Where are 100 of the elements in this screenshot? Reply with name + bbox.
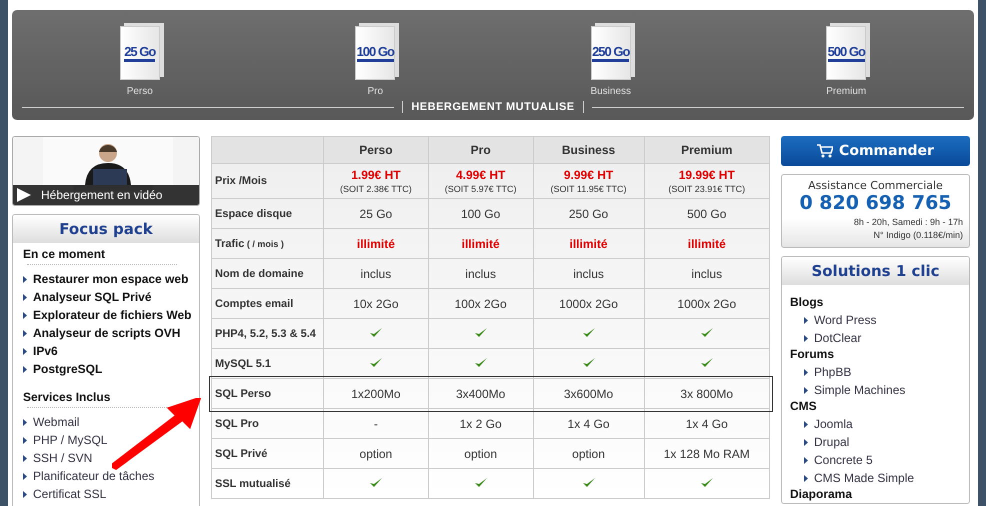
bullet-icon bbox=[23, 436, 27, 444]
table-cell: - bbox=[324, 408, 428, 438]
video-caption: Hébergement en vidéo bbox=[41, 188, 162, 202]
cart-icon bbox=[817, 144, 834, 158]
group-heading: Forums bbox=[790, 347, 836, 363]
check-icon bbox=[582, 358, 595, 368]
table-cell: 1000x 2Go bbox=[644, 288, 770, 318]
row-label: SQL Privé bbox=[212, 438, 324, 468]
panel-title: Focus pack bbox=[13, 215, 199, 243]
row-label: MySQL 5.1 bbox=[212, 348, 324, 378]
table-cell: 500 Go bbox=[644, 198, 770, 228]
check-icon bbox=[474, 358, 487, 368]
bullet-icon bbox=[23, 490, 27, 498]
menu-link[interactable]: Word Press bbox=[814, 313, 876, 327]
check-icon bbox=[370, 328, 382, 338]
column-header: Premium bbox=[644, 136, 770, 164]
opening-hours: 8h - 20h, Samedi : 9h - 17h bbox=[854, 217, 963, 227]
check-icon bbox=[370, 358, 382, 368]
table-cell: 3x400Mo bbox=[428, 378, 534, 408]
product-name[interactable]: Perso bbox=[126, 86, 153, 97]
menu-link[interactable]: DotClear bbox=[814, 331, 862, 345]
table-cell: inclus bbox=[644, 258, 770, 288]
product-name[interactable]: Business bbox=[590, 86, 632, 97]
menu-link[interactable]: Certificat SSL bbox=[33, 487, 106, 501]
phone-number: 0 820 698 765 bbox=[799, 192, 952, 214]
bullet-icon bbox=[23, 454, 27, 462]
row-label: SQL Perso bbox=[212, 378, 324, 408]
menu-link[interactable]: IPv6 bbox=[33, 344, 58, 358]
bullet-icon bbox=[804, 316, 808, 324]
table-cell: 250 Go bbox=[533, 198, 644, 228]
check-icon bbox=[700, 478, 713, 488]
banner-title: HEBERGEMENT MUTUALISE bbox=[402, 101, 584, 113]
price-note: (SOIT 5.97€ TTC) bbox=[444, 184, 518, 194]
table-cell: 1x 4 Go bbox=[533, 408, 644, 438]
play-icon[interactable] bbox=[17, 188, 31, 202]
table-cell: inclus bbox=[428, 258, 534, 288]
menu-link[interactable]: Restaurer mon espace web bbox=[33, 272, 188, 286]
menu-link[interactable]: Simple Machines bbox=[814, 383, 906, 397]
menu-link[interactable]: PHP / MySQL bbox=[33, 433, 108, 447]
price-note: (SOIT 2.38€ TTC) bbox=[339, 184, 413, 194]
row-label: PHP4, 5.2, 5.3 & 5.4 bbox=[212, 318, 324, 348]
video-thumbnail[interactable]: Hébergement en vidéo bbox=[12, 136, 200, 206]
bullet-icon bbox=[23, 312, 27, 318]
bullet-icon bbox=[23, 366, 27, 372]
price-note: (SOIT 23.91€ TTC) bbox=[667, 184, 746, 194]
bullet-icon bbox=[23, 472, 27, 480]
group-heading: Blogs bbox=[790, 295, 824, 311]
check-icon bbox=[700, 358, 713, 368]
product-name[interactable]: Pro bbox=[367, 86, 384, 97]
bullet-icon bbox=[23, 330, 27, 336]
table-cell: 10x 2Go bbox=[324, 288, 428, 318]
menu-link[interactable]: Webmail bbox=[33, 415, 80, 429]
order-button[interactable]: Commander bbox=[781, 136, 970, 166]
row-label: SSL mutualisé bbox=[212, 468, 324, 498]
table-cell: inclus bbox=[533, 258, 644, 288]
bullet-icon bbox=[804, 474, 808, 482]
row-label: Prix /Mois bbox=[212, 164, 324, 198]
bullet-icon bbox=[23, 294, 27, 300]
menu-link[interactable]: PhpBB bbox=[814, 365, 852, 379]
bullet-icon bbox=[804, 420, 808, 428]
check-icon bbox=[582, 328, 595, 338]
bullet-icon bbox=[23, 276, 27, 282]
table-cell: option bbox=[324, 438, 428, 468]
group-heading: CMS bbox=[790, 399, 818, 415]
table-cell: option bbox=[428, 438, 534, 468]
menu-link[interactable]: Planificateur de tâches bbox=[33, 469, 154, 483]
table-cell: illimité bbox=[688, 236, 726, 250]
product-name[interactable]: Premium bbox=[826, 86, 866, 97]
bullet-icon bbox=[23, 418, 27, 426]
menu-link[interactable]: Joomla bbox=[814, 417, 853, 431]
table-cell: 1000x 2Go bbox=[533, 288, 644, 318]
table-cell: 1x 2 Go bbox=[428, 408, 534, 438]
menu-link[interactable]: Explorateur de fichiers Web bbox=[33, 308, 192, 322]
table-cell: 1x 4 Go bbox=[644, 408, 770, 438]
price-note: (SOIT 11.95€ TTC) bbox=[550, 184, 628, 194]
call-rate: N° Indigo (0.118€/min) bbox=[874, 230, 963, 240]
menu-link[interactable]: Drupal bbox=[814, 435, 850, 449]
price: 9.99€ HT bbox=[562, 168, 614, 182]
menu-link[interactable]: SSH / SVN bbox=[33, 451, 92, 465]
bullet-icon bbox=[804, 438, 808, 446]
row-label: Nom de domaine bbox=[212, 258, 324, 288]
table-cell: 1x200Mo bbox=[324, 378, 428, 408]
menu-link[interactable]: CMS Made Simple bbox=[814, 471, 914, 485]
bullet-icon bbox=[23, 348, 27, 354]
row-label: Comptes email bbox=[212, 288, 324, 318]
check-icon bbox=[700, 328, 713, 338]
table-cell: option bbox=[533, 438, 644, 468]
group-heading: Diaporama bbox=[790, 487, 854, 503]
menu-link[interactable]: Analyseur de scripts OVH bbox=[33, 326, 180, 340]
check-icon bbox=[474, 478, 487, 488]
menu-link[interactable]: Concrete 5 bbox=[814, 453, 873, 467]
column-header: Business bbox=[533, 136, 644, 164]
menu-link[interactable]: PostgreSQL bbox=[33, 362, 102, 376]
section-heading: En ce moment bbox=[23, 247, 106, 261]
row-label: SQL Pro bbox=[212, 408, 324, 438]
bullet-icon bbox=[804, 456, 808, 464]
table-cell: 1x 128 Mo RAM bbox=[644, 438, 770, 468]
menu-link[interactable]: Analyseur SQL Privé bbox=[33, 290, 152, 304]
check-icon bbox=[474, 328, 487, 338]
table-cell: illimité bbox=[570, 236, 608, 250]
